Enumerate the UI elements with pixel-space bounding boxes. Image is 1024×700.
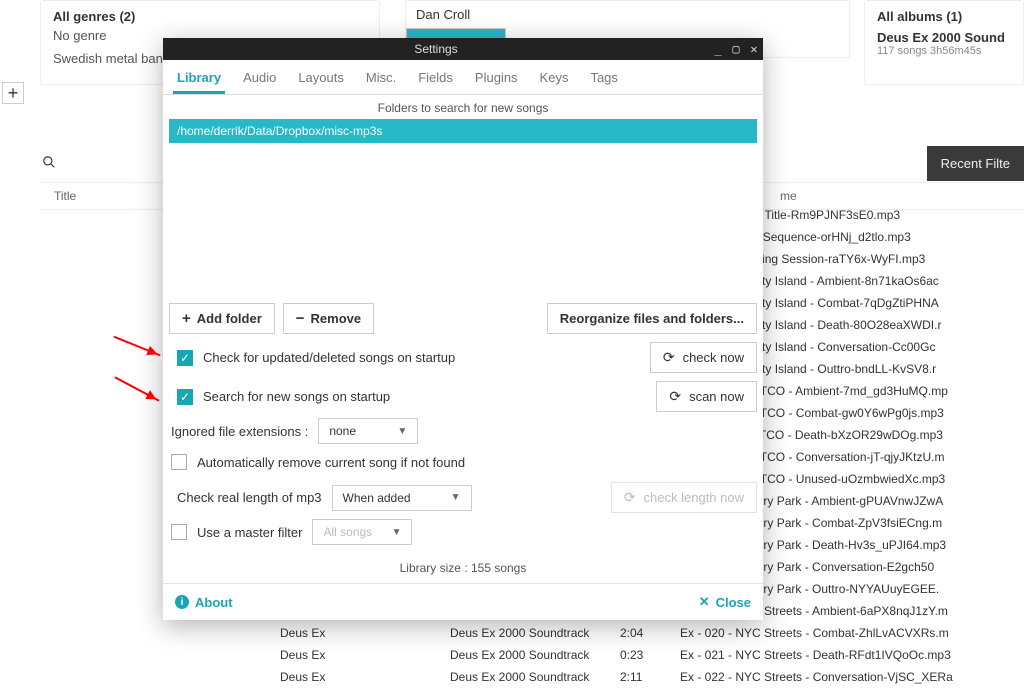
master-filter-select: All songs▼: [312, 519, 412, 545]
about-link[interactable]: iAbout: [175, 594, 233, 610]
library-size-label: Library size : 155 songs: [163, 551, 763, 583]
genres-title: All genres (2): [53, 9, 367, 24]
minimize-icon[interactable]: _: [709, 42, 727, 56]
artist-row[interactable]: Dan Croll: [406, 1, 849, 28]
add-button[interactable]: +: [2, 82, 24, 104]
search-icon[interactable]: [35, 155, 63, 172]
track-row[interactable]: Deus ExDeus Ex 2000 Soundtrack2:04Ex - 0…: [280, 622, 1024, 644]
refresh-icon: [663, 349, 675, 366]
remove-folder-button[interactable]: −Remove: [283, 303, 374, 334]
tab-misc[interactable]: Misc.: [362, 66, 400, 94]
tab-layouts[interactable]: Layouts: [294, 66, 348, 94]
close-icon[interactable]: ✕: [745, 42, 763, 56]
search-new-label: Search for new songs on startup: [203, 389, 390, 404]
tab-library[interactable]: Library: [173, 66, 225, 94]
chevron-down-icon: ▼: [392, 527, 402, 538]
minus-icon: −: [296, 312, 305, 325]
ignored-ext-label: Ignored file extensions :: [171, 424, 308, 439]
reorganize-button[interactable]: Reorganize files and folders...: [547, 303, 757, 334]
info-icon: i: [175, 595, 189, 609]
folder-path-selected[interactable]: /home/derrik/Data/Dropbox/misc-mp3s: [169, 119, 757, 143]
checkbox-check-updated[interactable]: ✓: [177, 350, 193, 366]
chevron-down-icon: ▼: [397, 426, 407, 437]
check-updated-label: Check for updated/deleted songs on start…: [203, 350, 455, 365]
settings-tabs: Library Audio Layouts Misc. Fields Plugins Key…: [163, 60, 763, 95]
add-folder-button[interactable]: +Add folder: [169, 303, 275, 334]
tab-tags[interactable]: Tags: [586, 66, 621, 94]
plus-icon: +: [182, 312, 191, 325]
albums-panel: All albums (1) Deus Ex 2000 Sound 117 so…: [864, 0, 1024, 85]
tab-fields[interactable]: Fields: [414, 66, 457, 94]
check-now-button[interactable]: check now: [650, 342, 757, 373]
track-row[interactable]: Deus ExDeus Ex 2000 Soundtrack0:23Ex - 0…: [280, 644, 1024, 666]
check-length-button: check length now: [611, 482, 757, 513]
auto-remove-label: Automatically remove current song if not…: [197, 455, 465, 470]
album-name[interactable]: Deus Ex 2000 Sound: [877, 30, 1011, 45]
refresh-icon: [669, 388, 681, 405]
scan-now-button[interactable]: scan now: [656, 381, 757, 412]
refresh-icon: [624, 489, 636, 506]
real-length-label: Check real length of mp3: [177, 490, 322, 505]
tab-keys[interactable]: Keys: [536, 66, 573, 94]
maximize-icon[interactable]: ▢: [727, 42, 745, 56]
tab-audio[interactable]: Audio: [239, 66, 280, 94]
close-link[interactable]: ✕Close: [699, 594, 751, 610]
master-filter-label: Use a master filter: [197, 525, 302, 540]
album-meta: 117 songs 3h56m45s: [877, 45, 1011, 57]
close-x-icon: ✕: [699, 594, 710, 610]
track-row[interactable]: Deus ExDeus Ex 2000 Soundtrack2:11Ex - 0…: [280, 666, 1024, 688]
chevron-down-icon: ▼: [451, 492, 461, 503]
settings-dialog: Settings _ ▢ ✕ LibraryAudioLayoutsMisc.F…: [163, 38, 763, 620]
dialog-titlebar[interactable]: Settings _ ▢ ✕: [163, 38, 763, 60]
recent-filter-button[interactable]: Recent Filte: [927, 146, 1024, 181]
folders-heading: Folders to search for new songs: [163, 95, 763, 119]
ignored-ext-select[interactable]: none▼: [318, 418, 418, 444]
albums-title: All albums (1): [877, 9, 1011, 24]
checkbox-search-new[interactable]: ✓: [177, 389, 193, 405]
checkbox-auto-remove[interactable]: [171, 454, 187, 470]
real-length-select[interactable]: When added▼: [332, 485, 472, 511]
tab-plugins[interactable]: Plugins: [471, 66, 522, 94]
checkbox-master-filter[interactable]: [171, 524, 187, 540]
dialog-title: Settings: [163, 42, 709, 56]
